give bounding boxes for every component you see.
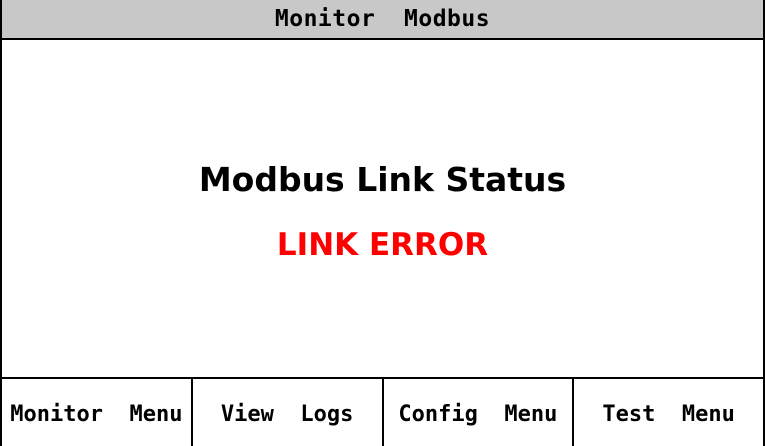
status-panel: Modbus Link Status LINK ERROR [2,40,763,377]
status-label: Modbus Link Status [198,160,567,199]
status-value: LINK ERROR [276,227,489,263]
test-menu-button[interactable]: Test Menu [574,379,763,446]
view-logs-button[interactable]: View Logs [192,379,384,446]
monitor-menu-button[interactable]: Monitor Menu [2,379,193,446]
hmi-screen: Monitor Modbus Modbus Link Status LINK E… [0,0,765,446]
config-menu-button[interactable]: Config Menu [383,379,575,446]
softkey-bar: Monitor Menu View Logs Config Menu Test … [2,377,763,446]
page-title: Monitor Modbus [2,0,763,40]
